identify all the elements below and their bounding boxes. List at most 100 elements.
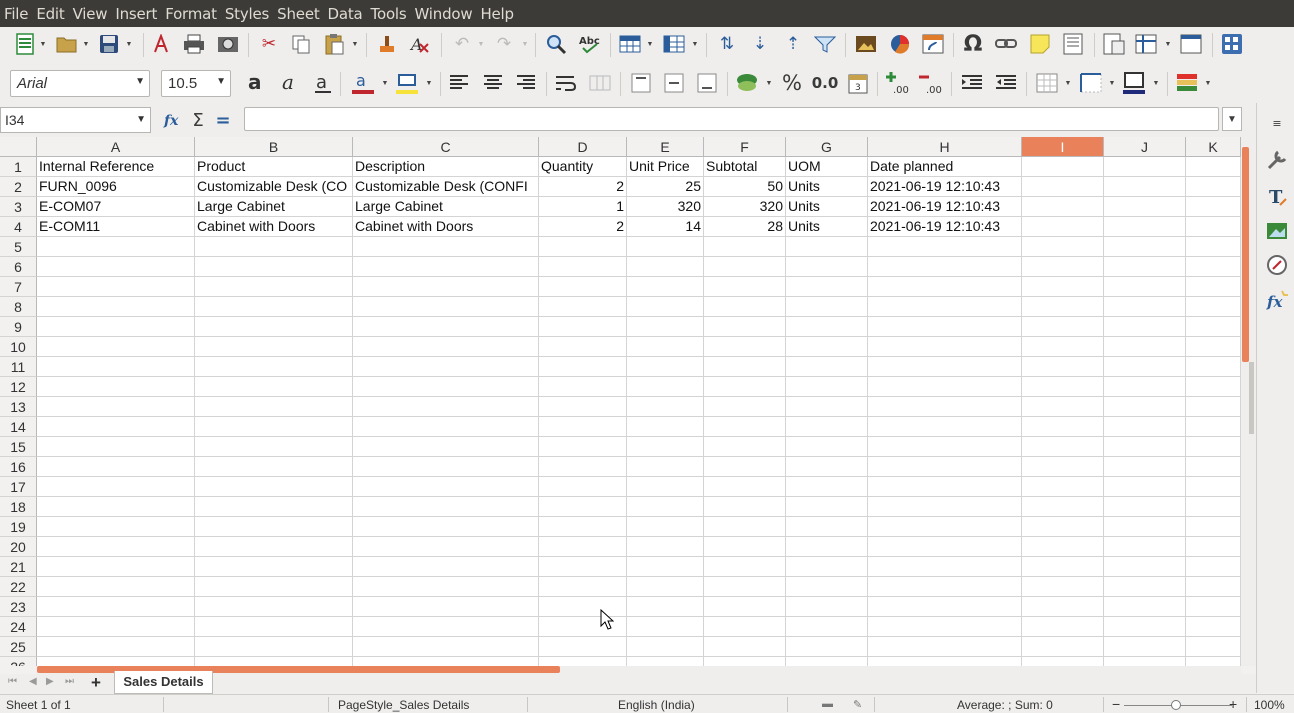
save-dropdown-icon[interactable]: ▼ <box>124 31 134 57</box>
cell-j14[interactable] <box>1104 417 1186 437</box>
insert-chart-icon[interactable] <box>887 31 913 57</box>
cell-i6[interactable] <box>1022 257 1104 277</box>
cell-d26[interactable] <box>539 657 627 666</box>
cell-a11[interactable] <box>37 357 195 377</box>
border-color-icon[interactable] <box>1121 70 1147 96</box>
cell-b5[interactable] <box>195 237 353 257</box>
align-bottom-icon[interactable] <box>694 70 720 96</box>
cell-h19[interactable] <box>868 517 1022 537</box>
cut-icon[interactable]: ✂ <box>256 31 282 57</box>
cell-a12[interactable] <box>37 377 195 397</box>
menu-data[interactable]: Data <box>328 5 370 23</box>
cell-f1[interactable]: Subtotal <box>704 157 786 177</box>
cell-k2[interactable] <box>1186 177 1241 197</box>
cell-i10[interactable] <box>1022 337 1104 357</box>
cell-h12[interactable] <box>868 377 1022 397</box>
sheet-tab-sales-details[interactable]: Sales Details <box>114 671 213 694</box>
conditional-format-icon[interactable] <box>1174 70 1200 96</box>
column-header-a[interactable]: A <box>37 137 195 157</box>
column-header-c[interactable]: C <box>353 137 539 157</box>
cell-i16[interactable] <box>1022 457 1104 477</box>
menu-format[interactable]: Format <box>165 5 224 23</box>
cell-c25[interactable] <box>353 637 539 657</box>
cell-f18[interactable] <box>704 497 786 517</box>
column-header-g[interactable]: G <box>786 137 868 157</box>
increase-indent-icon[interactable] <box>959 70 985 96</box>
cell-b26[interactable] <box>195 657 353 666</box>
font-size-dropdown-icon[interactable]: ▼ <box>216 76 226 87</box>
cell-g7[interactable] <box>786 277 868 297</box>
cell-d22[interactable] <box>539 577 627 597</box>
last-sheet-icon[interactable]: ⏭ <box>65 676 74 687</box>
cell-j1[interactable] <box>1104 157 1186 177</box>
cell-k12[interactable] <box>1186 377 1241 397</box>
cell-f10[interactable] <box>704 337 786 357</box>
cell-f4[interactable]: 28 <box>704 217 786 237</box>
align-center-icon[interactable] <box>480 70 506 96</box>
cell-c22[interactable] <box>353 577 539 597</box>
cell-j10[interactable] <box>1104 337 1186 357</box>
cell-j9[interactable] <box>1104 317 1186 337</box>
cell-e26[interactable] <box>627 657 704 666</box>
cell-c16[interactable] <box>353 457 539 477</box>
cell-k7[interactable] <box>1186 277 1241 297</box>
cell-e3[interactable]: 320 <box>627 197 704 217</box>
cell-c20[interactable] <box>353 537 539 557</box>
cell-h4[interactable]: 2021-06-19 12:10:43 <box>868 217 1022 237</box>
cell-i23[interactable] <box>1022 597 1104 617</box>
cell-i5[interactable] <box>1022 237 1104 257</box>
cell-j8[interactable] <box>1104 297 1186 317</box>
cell-k4[interactable] <box>1186 217 1241 237</box>
cell-h9[interactable] <box>868 317 1022 337</box>
row-header-20[interactable]: 20 <box>0 537 37 557</box>
define-print-area-icon[interactable] <box>1101 31 1127 57</box>
cell-h14[interactable] <box>868 417 1022 437</box>
comment-icon[interactable] <box>1027 31 1053 57</box>
cell-b9[interactable] <box>195 317 353 337</box>
cell-h15[interactable] <box>868 437 1022 457</box>
formula-input[interactable] <box>244 107 1219 131</box>
cell-e18[interactable] <box>627 497 704 517</box>
cell-h5[interactable] <box>868 237 1022 257</box>
align-right-icon[interactable] <box>513 70 539 96</box>
spreadsheet-grid[interactable]: ABCDEFGHIJK 1 2 3 4 5 6 7 8 9 10 11 12 13 14 15 16 17 18 1… <box>0 137 1241 666</box>
column-icon[interactable] <box>661 31 687 57</box>
grid-lines-dropdown-icon[interactable]: ▼ <box>1063 70 1073 96</box>
vertical-scroll-thumb[interactable] <box>1242 147 1249 362</box>
cell-b10[interactable] <box>195 337 353 357</box>
cell-k11[interactable] <box>1186 357 1241 377</box>
cell-h25[interactable] <box>868 637 1022 657</box>
cell-e10[interactable] <box>627 337 704 357</box>
percent-format-icon[interactable]: % <box>779 70 805 96</box>
cell-h18[interactable] <box>868 497 1022 517</box>
cell-g23[interactable] <box>786 597 868 617</box>
cell-f5[interactable] <box>704 237 786 257</box>
cell-a13[interactable] <box>37 397 195 417</box>
function-wizard-icon[interactable]: fx <box>160 107 186 133</box>
cell-a10[interactable] <box>37 337 195 357</box>
page-style-status[interactable]: PageStyle_Sales Details <box>338 698 469 712</box>
paste-dropdown-icon[interactable]: ▼ <box>350 31 360 57</box>
cell-c5[interactable] <box>353 237 539 257</box>
toggle-grid-lines-icon[interactable] <box>1034 70 1060 96</box>
cell-h1[interactable]: Date planned <box>868 157 1022 177</box>
cell-d13[interactable] <box>539 397 627 417</box>
cell-k17[interactable] <box>1186 477 1241 497</box>
column-dropdown-icon[interactable]: ▼ <box>690 31 700 57</box>
cell-f23[interactable] <box>704 597 786 617</box>
freeze-rows-columns-icon[interactable] <box>1133 31 1159 57</box>
cell-a23[interactable] <box>37 597 195 617</box>
cell-a15[interactable] <box>37 437 195 457</box>
cell-d4[interactable]: 2 <box>539 217 627 237</box>
cell-b22[interactable] <box>195 577 353 597</box>
first-sheet-icon[interactable]: ⏮ <box>8 676 17 687</box>
cell-f21[interactable] <box>704 557 786 577</box>
navigator-icon[interactable] <box>1265 253 1289 277</box>
cell-a17[interactable] <box>37 477 195 497</box>
cell-e12[interactable] <box>627 377 704 397</box>
cell-k25[interactable] <box>1186 637 1241 657</box>
selection-mode-icon[interactable]: ▬ <box>822 698 833 710</box>
cell-b3[interactable]: Large Cabinet <box>195 197 353 217</box>
save-icon[interactable] <box>96 31 122 57</box>
row-header-17[interactable]: 17 <box>0 477 37 497</box>
